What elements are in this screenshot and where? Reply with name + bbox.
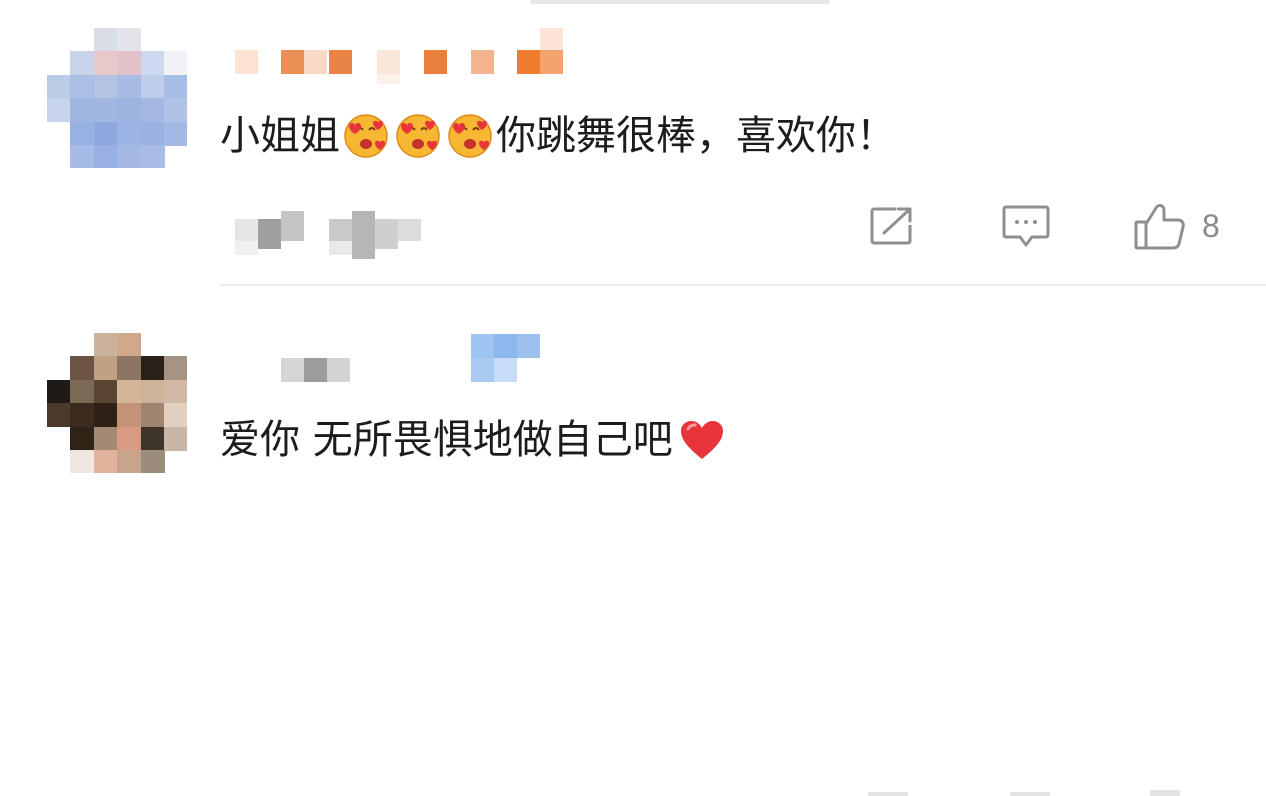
comment-text: 爱你 无所畏惧地做自己吧: [220, 414, 725, 466]
face-with-hearts-emoji: [448, 114, 492, 158]
like-button[interactable]: 8: [1132, 198, 1220, 254]
next-actions-hint: [860, 786, 1200, 796]
thumbs-up-icon: [1134, 204, 1185, 250]
username[interactable]: [235, 334, 540, 382]
comment-text-body: 爱你 无所畏惧地做自己吧: [220, 417, 673, 463]
comment-text: 小姐姐 你跳舞很棒，喜欢你！: [220, 110, 896, 162]
comment-text-before: 小姐姐: [220, 113, 340, 159]
comment-item: 小姐姐 你跳舞很棒，喜欢你！ 8: [0, 0, 1266, 286]
share-icon: [870, 207, 912, 245]
comment-actions: 8: [860, 198, 1246, 254]
username[interactable]: [235, 28, 575, 84]
avatar[interactable]: [47, 333, 187, 473]
comment-text-after: 你跳舞很棒，喜欢你！: [496, 113, 896, 159]
face-with-hearts-emoji: [344, 114, 388, 158]
comment-button[interactable]: [1000, 198, 1052, 254]
share-button[interactable]: [866, 198, 916, 254]
face-with-hearts-emoji: [396, 114, 440, 158]
like-count: 8: [1202, 207, 1220, 244]
comment-icon: [1002, 205, 1050, 247]
red-heart-emoji: [680, 421, 723, 459]
comment-meta: [235, 211, 435, 261]
comment-item: 爱你 无所畏惧地做自己吧: [0, 286, 1266, 796]
avatar[interactable]: [47, 28, 187, 168]
